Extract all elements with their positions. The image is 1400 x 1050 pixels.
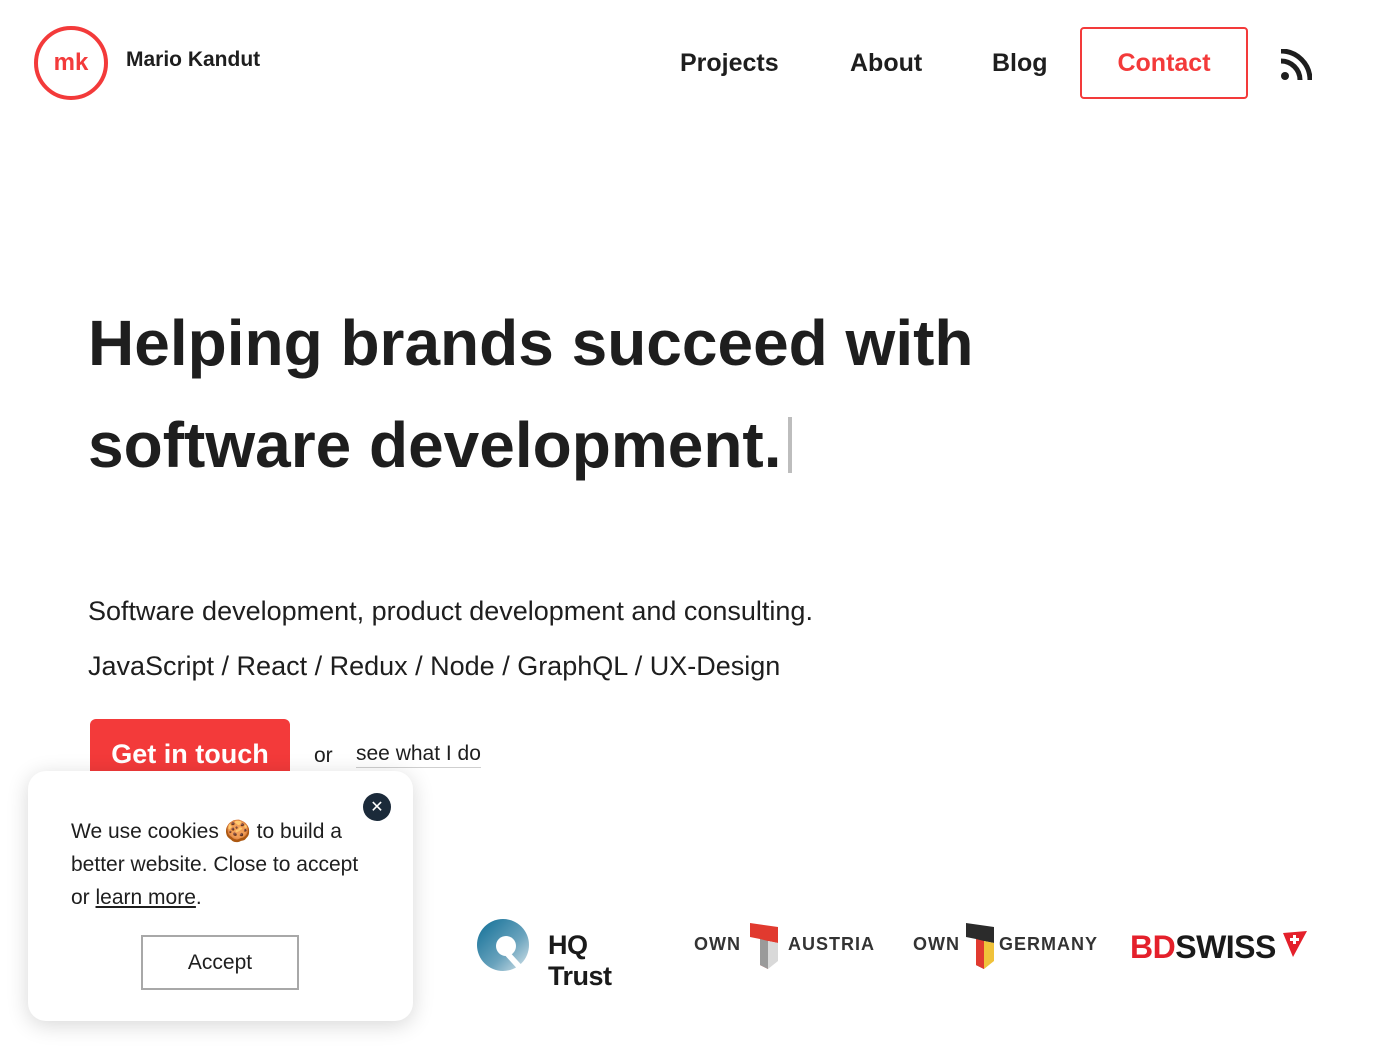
nav-projects-link[interactable]: Projects [680, 49, 779, 78]
own-germany-mark [966, 923, 994, 969]
hero-subtitle: Software development, product developmen… [88, 596, 813, 626]
hq-trust-name: HQ Trust [548, 930, 612, 991]
nav-about-link[interactable]: About [850, 49, 922, 78]
see-what-i-do-link[interactable]: see what I do [356, 742, 481, 768]
hq-trust-logo-mark [477, 919, 529, 974]
bdswiss-name: BDSWISS [1130, 929, 1276, 965]
or-text: or [314, 744, 333, 767]
accept-cookies-button[interactable]: Accept [141, 935, 299, 990]
bdswiss-flag-mark [1283, 931, 1307, 957]
main-nav: Projects About Blog Contact [0, 26, 1400, 102]
own-germany-own: OWN [913, 934, 960, 954]
rss-icon[interactable] [1280, 48, 1313, 81]
headline-line-2: software development. [88, 409, 782, 481]
learn-more-link[interactable]: learn more [96, 886, 196, 909]
cookie-banner: ✕ We use cookies 🍪 to build a better web… [28, 771, 413, 1021]
typing-caret [787, 417, 792, 473]
own-germany-country: GERMANY [999, 934, 1099, 954]
own-austria-country: AUSTRIA [788, 934, 875, 954]
nav-blog-link[interactable]: Blog [992, 49, 1048, 78]
tech-stack: JavaScript / React / Redux / Node / Grap… [88, 651, 781, 681]
contact-button[interactable]: Contact [1080, 27, 1248, 99]
hero-headline: Helping brands succeed with software dev… [88, 292, 1088, 496]
headline-line-1: Helping brands succeed with [88, 307, 974, 379]
own-austria-own: OWN [694, 934, 741, 954]
own-austria-mark [750, 923, 778, 969]
cookie-text: We use cookies 🍪 to build a better websi… [71, 820, 359, 909]
